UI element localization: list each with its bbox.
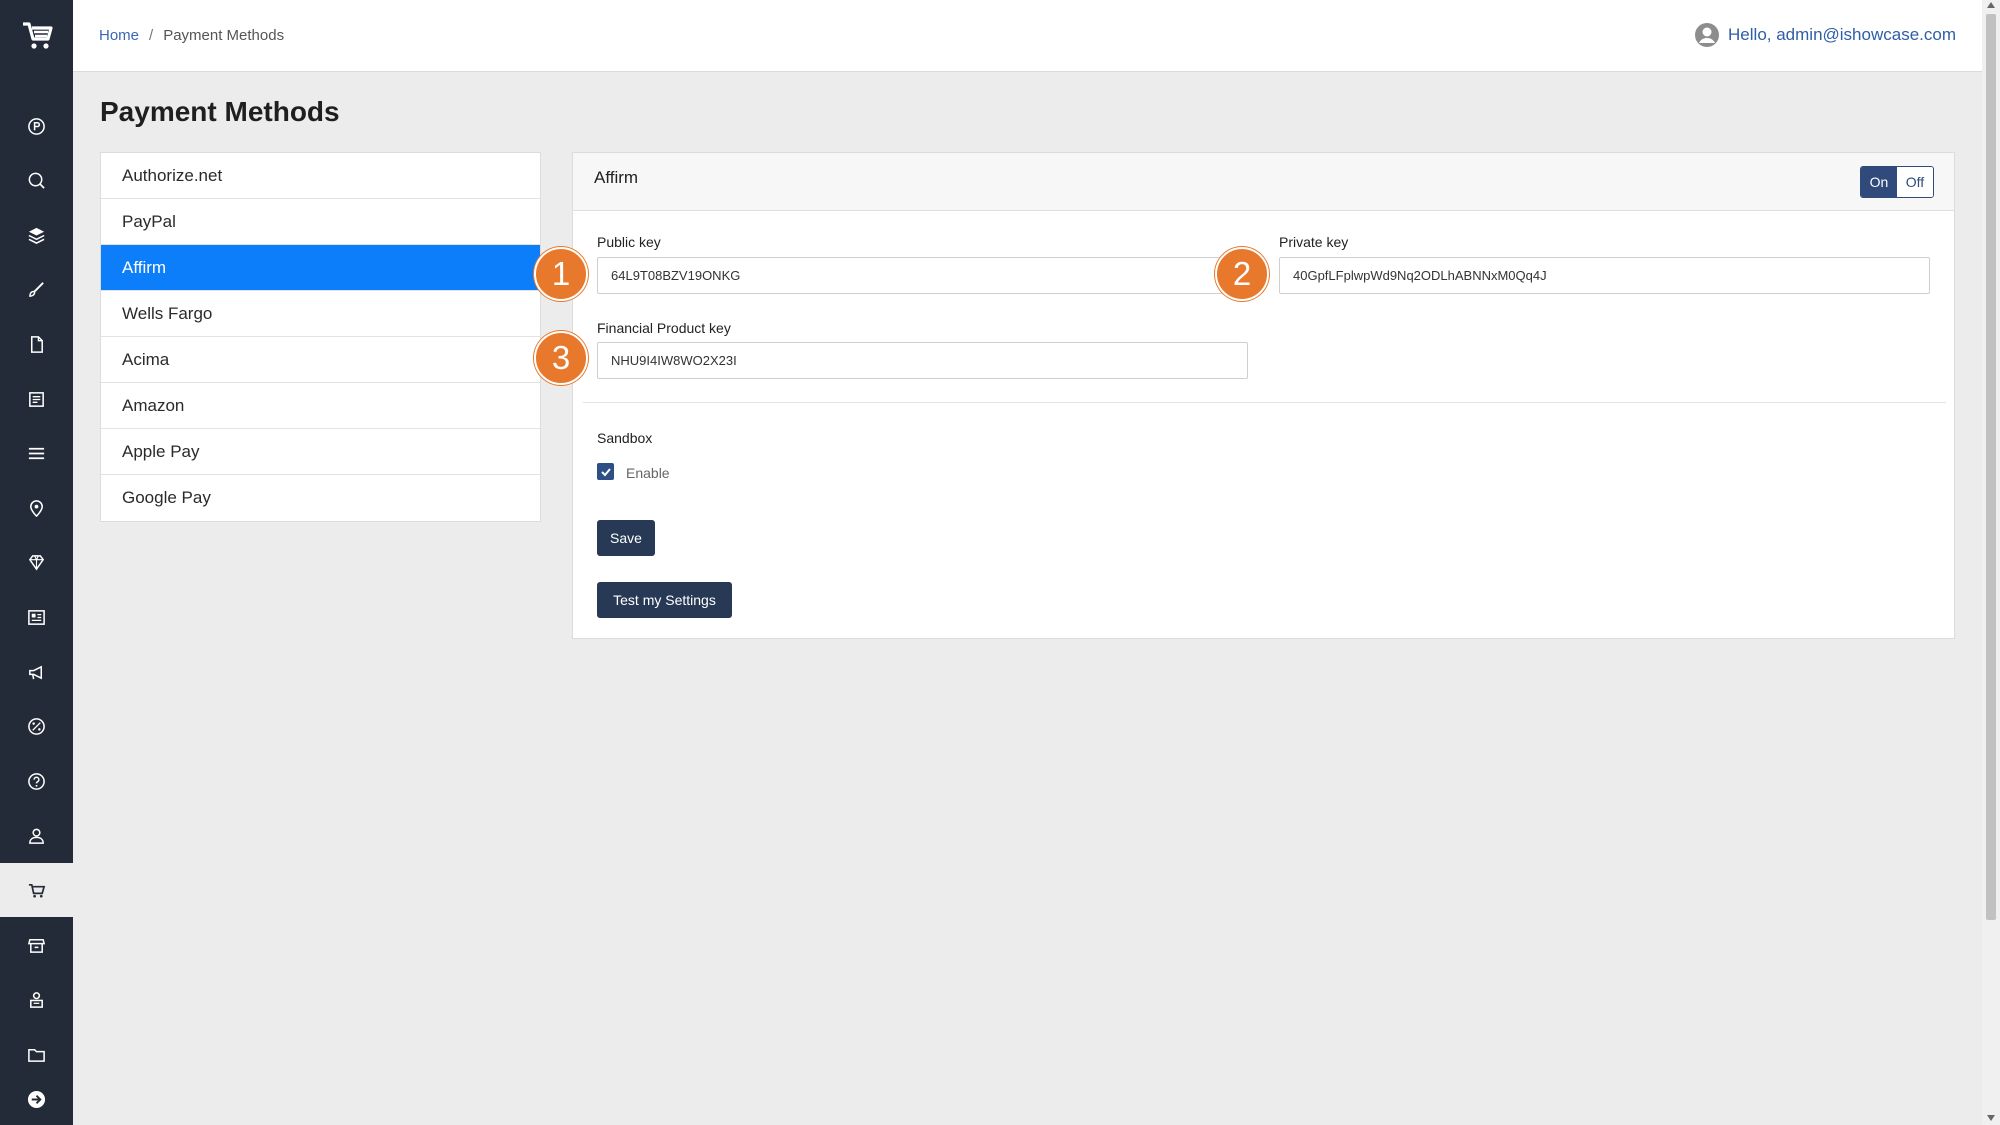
annotation-badge-2: 2 — [1215, 247, 1269, 301]
store-icon[interactable] — [0, 918, 73, 972]
user-icon[interactable] — [0, 808, 73, 862]
cart-icon[interactable] — [0, 863, 73, 917]
panel-title: Affirm — [594, 168, 639, 187]
brush-icon[interactable] — [0, 262, 73, 316]
public-key-input[interactable]: 64L9T08BZV19ONKG — [597, 257, 1248, 294]
financial-product-key-input[interactable]: NHU9I4IW8WO2X23I — [597, 342, 1248, 379]
method-item-acima[interactable]: Acima — [101, 337, 540, 383]
test-settings-button[interactable]: Test my Settings — [597, 582, 732, 618]
breadcrumb: Home / Payment Methods — [99, 27, 284, 44]
divider — [583, 402, 1946, 403]
staff-icon[interactable] — [0, 972, 73, 1026]
sandbox-enable-checkbox[interactable] — [597, 463, 614, 480]
method-item-authorize-net[interactable]: Authorize.net — [101, 153, 540, 199]
method-item-amazon[interactable]: Amazon — [101, 383, 540, 429]
menu-icon[interactable] — [0, 426, 73, 480]
user-circle-icon — [1695, 23, 1720, 47]
toggle-off[interactable]: Off — [1897, 167, 1933, 197]
method-item-paypal[interactable]: PayPal — [101, 199, 540, 245]
seo-icon[interactable] — [0, 153, 73, 207]
save-button[interactable]: Save — [597, 520, 655, 556]
sandbox-label: Sandbox — [597, 430, 653, 446]
payment-method-list: Authorize.net PayPal Affirm Wells Fargo … — [100, 152, 541, 522]
scroll-down-arrow-icon[interactable] — [1987, 1115, 1995, 1121]
panel-header: Affirm On Off — [573, 153, 1954, 211]
topbar: Home / Payment Methods Hello, admin@isho… — [73, 0, 1982, 72]
method-item-affirm[interactable]: Affirm — [101, 245, 540, 291]
logout-arrow-icon[interactable] — [0, 1072, 73, 1125]
scroll-up-arrow-icon[interactable] — [1987, 2, 1995, 8]
breadcrumb-separator: / — [149, 27, 154, 44]
page-icon[interactable] — [0, 317, 73, 371]
annotation-badge-1: 1 — [534, 247, 588, 301]
checkmark-icon — [600, 467, 611, 476]
newsletter-icon[interactable] — [0, 590, 73, 644]
public-key-label: Public key — [597, 234, 661, 250]
user-menu[interactable]: Hello, admin@ishowcase.com — [1694, 22, 1956, 48]
p-circle-icon[interactable] — [0, 99, 73, 153]
scrollbar[interactable] — [1982, 0, 2000, 1125]
annotation-badge-3: 3 — [534, 331, 588, 385]
method-item-wells-fargo[interactable]: Wells Fargo — [101, 291, 540, 337]
method-item-apple-pay[interactable]: Apple Pay — [101, 429, 540, 475]
private-key-label: Private key — [1279, 234, 1349, 250]
method-item-google-pay[interactable]: Google Pay — [101, 475, 540, 521]
breadcrumb-current: Payment Methods — [163, 27, 285, 44]
help-icon[interactable] — [0, 754, 73, 808]
page-title: Payment Methods — [100, 96, 340, 127]
cart-logo-icon[interactable] — [0, 14, 73, 58]
private-key-input[interactable]: 40GpfLFplwpWd9Nq2ODLhABNNxM0Qq4J — [1279, 257, 1930, 294]
affirm-settings-panel: Affirm On Off Public key 64L9T08BZV19ONK… — [572, 152, 1955, 639]
gem-icon[interactable] — [0, 535, 73, 589]
toggle-on[interactable]: On — [1861, 167, 1897, 197]
sandbox-enable-label[interactable]: Enable — [626, 465, 670, 481]
notes-icon[interactable] — [0, 372, 73, 426]
breadcrumb-home-link[interactable]: Home — [99, 27, 139, 44]
sidebar — [0, 0, 73, 1125]
megaphone-icon[interactable] — [0, 645, 73, 699]
on-off-toggle[interactable]: On Off — [1860, 166, 1934, 198]
scroll-thumb[interactable] — [1986, 14, 1996, 920]
financial-product-key-label: Financial Product key — [597, 320, 731, 336]
location-pin-icon[interactable] — [0, 481, 73, 535]
layers-icon[interactable] — [0, 208, 73, 262]
user-greeting[interactable]: Hello, admin@ishowcase.com — [1728, 25, 1956, 45]
discount-icon[interactable] — [0, 699, 73, 753]
